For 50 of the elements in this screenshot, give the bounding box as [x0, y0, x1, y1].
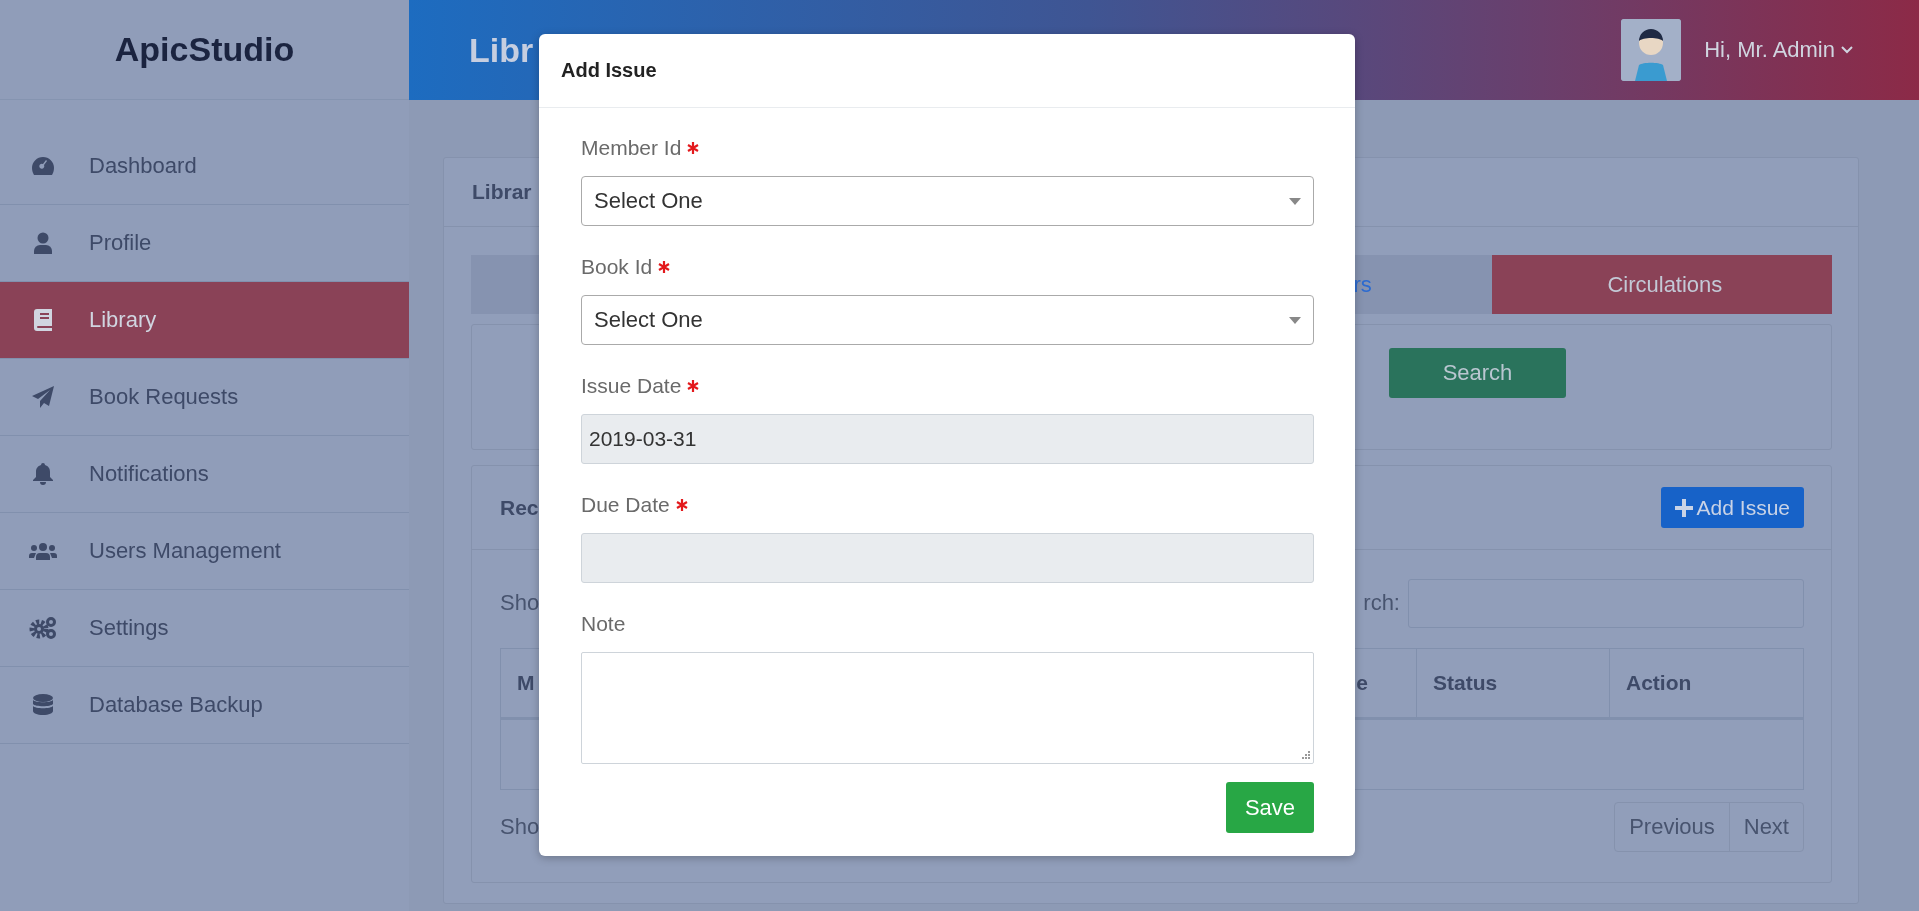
- readonly-field[interactable]: [581, 533, 1314, 583]
- pagination-button[interactable]: Previous: [1615, 803, 1729, 851]
- sidebar-item[interactable]: Dashboard: [0, 128, 409, 205]
- chevron-icon: [1841, 46, 1853, 54]
- database-icon: [33, 694, 53, 716]
- card-title: Librar: [472, 180, 532, 204]
- resize-grip-icon: [1301, 751, 1310, 760]
- search-button[interactable]: Search: [1389, 348, 1566, 398]
- search-label: rch:: [1363, 590, 1400, 616]
- logo: ApicStudio: [114, 30, 295, 69]
- caret-icon: [1289, 316, 1301, 324]
- card-title: Rec: [500, 495, 539, 520]
- avatar-icon: [1621, 19, 1682, 81]
- sidebar-item[interactable]: Users Management: [0, 513, 409, 590]
- info-text: Sho: [500, 814, 540, 840]
- field-label: Book Id: [581, 255, 653, 279]
- sidebar-item[interactable]: Notifications: [0, 436, 409, 513]
- bell-icon: [33, 463, 53, 485]
- column-header: M: [517, 671, 535, 695]
- plus-icon: [1674, 498, 1693, 517]
- save-button[interactable]: Save: [1226, 782, 1314, 833]
- pagination-button[interactable]: Next: [1728, 803, 1803, 851]
- sidebar-item[interactable]: Database Backup: [0, 667, 409, 744]
- sidebar-item[interactable]: Library: [0, 282, 409, 359]
- sidebar-item[interactable]: Settings: [0, 590, 409, 667]
- gears-icon: [29, 617, 57, 639]
- select-field[interactable]: Select One: [581, 295, 1314, 345]
- users-icon: [29, 542, 57, 560]
- paper-plane-icon: [32, 386, 54, 408]
- caret-icon: [1289, 197, 1301, 205]
- dashboard-gauge-icon: [31, 156, 55, 176]
- length-text: Sho: [500, 590, 540, 616]
- readonly-field[interactable]: 2019-03-31: [581, 414, 1314, 464]
- field-label: Due Date: [581, 493, 670, 517]
- column-header: Action: [1626, 671, 1692, 695]
- page-title: Libr: [469, 30, 534, 70]
- select-field[interactable]: Select One: [581, 176, 1314, 226]
- field-label: Member Id: [581, 136, 682, 160]
- column-header: Status: [1433, 671, 1498, 695]
- user-menu[interactable]: Hi, Mr. Admin: [1698, 36, 1859, 64]
- dialog-title: Add Issue: [561, 59, 657, 82]
- field-label: Issue Date: [581, 374, 682, 398]
- user-icon: [33, 232, 53, 254]
- column-header: e: [1356, 671, 1368, 695]
- sidebar-item[interactable]: Book Requests: [0, 359, 409, 436]
- book-icon: [34, 309, 52, 331]
- field-label: Note: [581, 612, 626, 636]
- add-issue-button[interactable]: Add Issue: [1660, 487, 1804, 528]
- tab[interactable]: Circulations: [1491, 255, 1832, 314]
- note-textarea[interactable]: [581, 652, 1314, 764]
